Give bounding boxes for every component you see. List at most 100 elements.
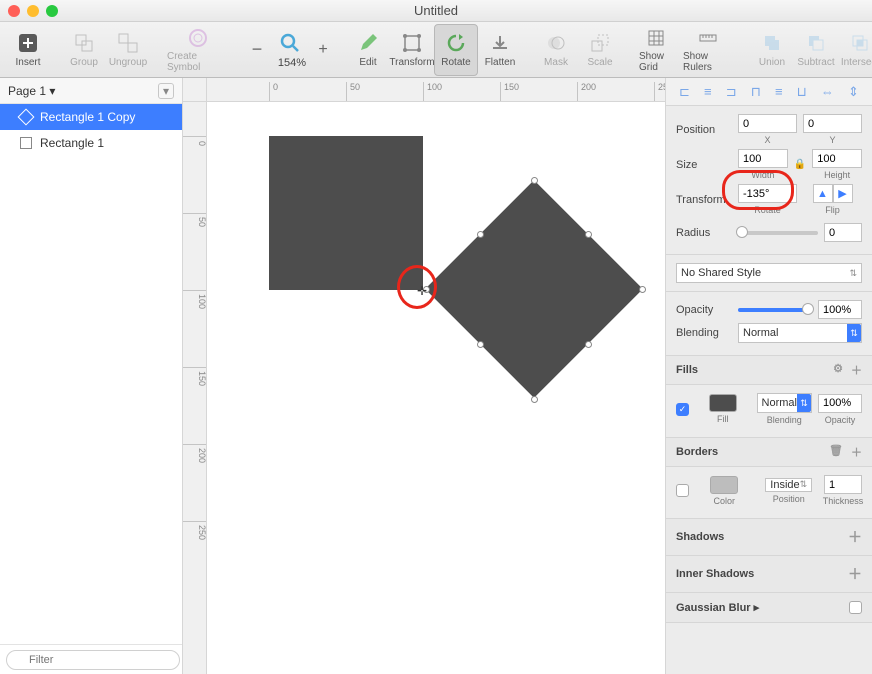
create-symbol-button[interactable]: Create Symbol [162,24,234,76]
align-right-icon[interactable]: ⊐ [726,84,737,100]
inner-shadows-header[interactable]: Inner Shadows＋ [666,556,872,593]
flatten-icon [488,31,512,55]
toolbar: Insert Group Ungroup Create Symbol − 154… [0,22,872,78]
layer-item[interactable]: Rectangle 1 Copy [0,104,182,130]
rotate-input[interactable] [738,184,797,203]
selection-handle[interactable] [531,396,538,403]
align-vcenter-icon[interactable]: ≡ [775,84,783,99]
chevron-updown-icon: ⇅ [847,324,861,342]
selection-handle[interactable] [477,231,484,238]
align-left-icon[interactable]: ⊏ [679,84,690,100]
opacity-slider[interactable] [738,308,812,312]
subtract-button[interactable]: Subtract [794,24,838,76]
mask-icon [544,31,568,55]
page-selector[interactable]: Page 1 ▾ ▾ [0,78,182,104]
magnifier-icon [278,31,302,55]
height-input[interactable] [812,149,862,168]
blur-checkbox[interactable] [849,601,862,614]
trash-icon[interactable]: 🗑 [829,444,843,460]
add-fill-button[interactable]: ＋ [851,362,862,378]
selection-handle[interactable] [477,341,484,348]
flatten-button[interactable]: Flatten [478,24,522,76]
insert-button[interactable]: Insert [6,24,50,76]
add-border-button[interactable]: ＋ [851,444,862,460]
fill-blend-select[interactable]: Normal⇅ [757,393,812,413]
transform-icon [400,31,424,55]
disclosure-icon[interactable]: ▾ [158,83,174,99]
ungroup-icon [116,31,140,55]
gear-icon[interactable]: ⚙ [833,362,843,378]
opacity-label: Opacity [676,304,732,316]
chevron-updown-icon: ⇅ [797,394,811,412]
group-button[interactable]: Group [62,24,106,76]
radius-input[interactable] [824,223,862,242]
position-y-input[interactable] [803,114,862,133]
plus-small-icon: + [311,38,335,62]
shared-style-select[interactable]: No Shared Style⇅ [676,263,862,283]
chevron-updown-icon: ⇅ [849,268,857,279]
border-thickness-input[interactable] [824,475,862,494]
selection-handle[interactable] [639,286,646,293]
rotate-button[interactable]: Rotate [434,24,478,76]
edit-button[interactable]: Edit [346,24,390,76]
size-label: Size [676,159,732,171]
border-color-swatch[interactable] [710,476,738,494]
close-icon[interactable] [8,5,20,17]
gaussian-blur-header[interactable]: Gaussian Blur ▸ [666,593,872,623]
canvas-area: 0 50 100 150 200 250 -50 0 50 100 150 20… [183,78,665,674]
align-hcenter-icon[interactable]: ≡ [704,84,712,99]
ungroup-button[interactable]: Ungroup [106,24,150,76]
window-title: Untitled [0,3,872,18]
fill-opacity-input[interactable] [818,394,862,413]
blending-select[interactable]: Normal⇅ [738,323,862,343]
minimize-icon[interactable] [27,5,39,17]
show-grid-button[interactable]: Show Grid [634,24,678,76]
canvas-rectangle-selected[interactable] [425,180,643,398]
distribute-v-icon[interactable]: ⇕ [848,84,859,100]
selection-handle[interactable] [585,341,592,348]
distribute-h-icon[interactable]: ⇔ [821,84,834,99]
zoom-in-button[interactable]: + [312,24,334,76]
maximize-icon[interactable] [46,5,58,17]
add-shadow-button[interactable]: ＋ [848,527,862,547]
transform-button[interactable]: Transform [390,24,434,76]
add-inner-shadow-button[interactable]: ＋ [848,564,862,584]
selection-handle[interactable] [531,177,538,184]
canvas-rectangle[interactable] [269,136,423,290]
union-button[interactable]: Union [750,24,794,76]
position-x-input[interactable] [738,114,797,133]
ruler-icon [696,27,720,49]
zoom-button[interactable]: 154% [268,24,312,76]
ruler-corner[interactable] [183,78,207,102]
shadows-header[interactable]: Shadows＋ [666,519,872,556]
align-bottom-icon[interactable]: ⊔ [797,84,807,100]
lock-icon[interactable]: 🔒 [794,159,806,170]
border-checkbox[interactable] [676,484,689,497]
zoom-out-button[interactable]: − [246,24,268,76]
ruler-vertical[interactable]: -50 0 50 100 150 200 250 [183,102,207,674]
radius-slider[interactable] [738,231,818,235]
flip-v-button[interactable]: ▶ [833,184,853,203]
show-rulers-button[interactable]: Show Rulers [678,24,738,76]
window-titlebar: Untitled [0,0,872,22]
border-position-select[interactable]: Inside⇅ [765,478,812,492]
selection-handle[interactable] [585,231,592,238]
intersect-button[interactable]: Intersect [838,24,872,76]
layer-sidebar: Page 1 ▾ ▾ Rectangle 1 Copy Rectangle 1 … [0,78,183,674]
align-top-icon[interactable]: ⊓ [751,84,761,100]
opacity-input[interactable] [818,300,862,319]
width-input[interactable] [738,149,788,168]
mask-button[interactable]: Mask [534,24,578,76]
filter-input[interactable] [6,650,180,670]
fill-color-swatch[interactable] [709,394,737,412]
traffic-lights [8,5,58,17]
union-icon [760,31,784,55]
canvas[interactable]: ✛ [207,102,665,674]
layer-item[interactable]: Rectangle 1 [0,130,182,156]
page-label: Page 1 ▾ [8,84,55,98]
flip-h-button[interactable]: ▲ [813,184,833,203]
scale-button[interactable]: Scale [578,24,622,76]
inspector: ⊏ ≡ ⊐ ⊓ ≡ ⊔ ⇔ ⇕ Position X Y Size Width … [665,78,872,674]
fill-checkbox[interactable]: ✓ [676,403,689,416]
ruler-horizontal[interactable]: 0 50 100 150 200 250 [207,78,665,102]
